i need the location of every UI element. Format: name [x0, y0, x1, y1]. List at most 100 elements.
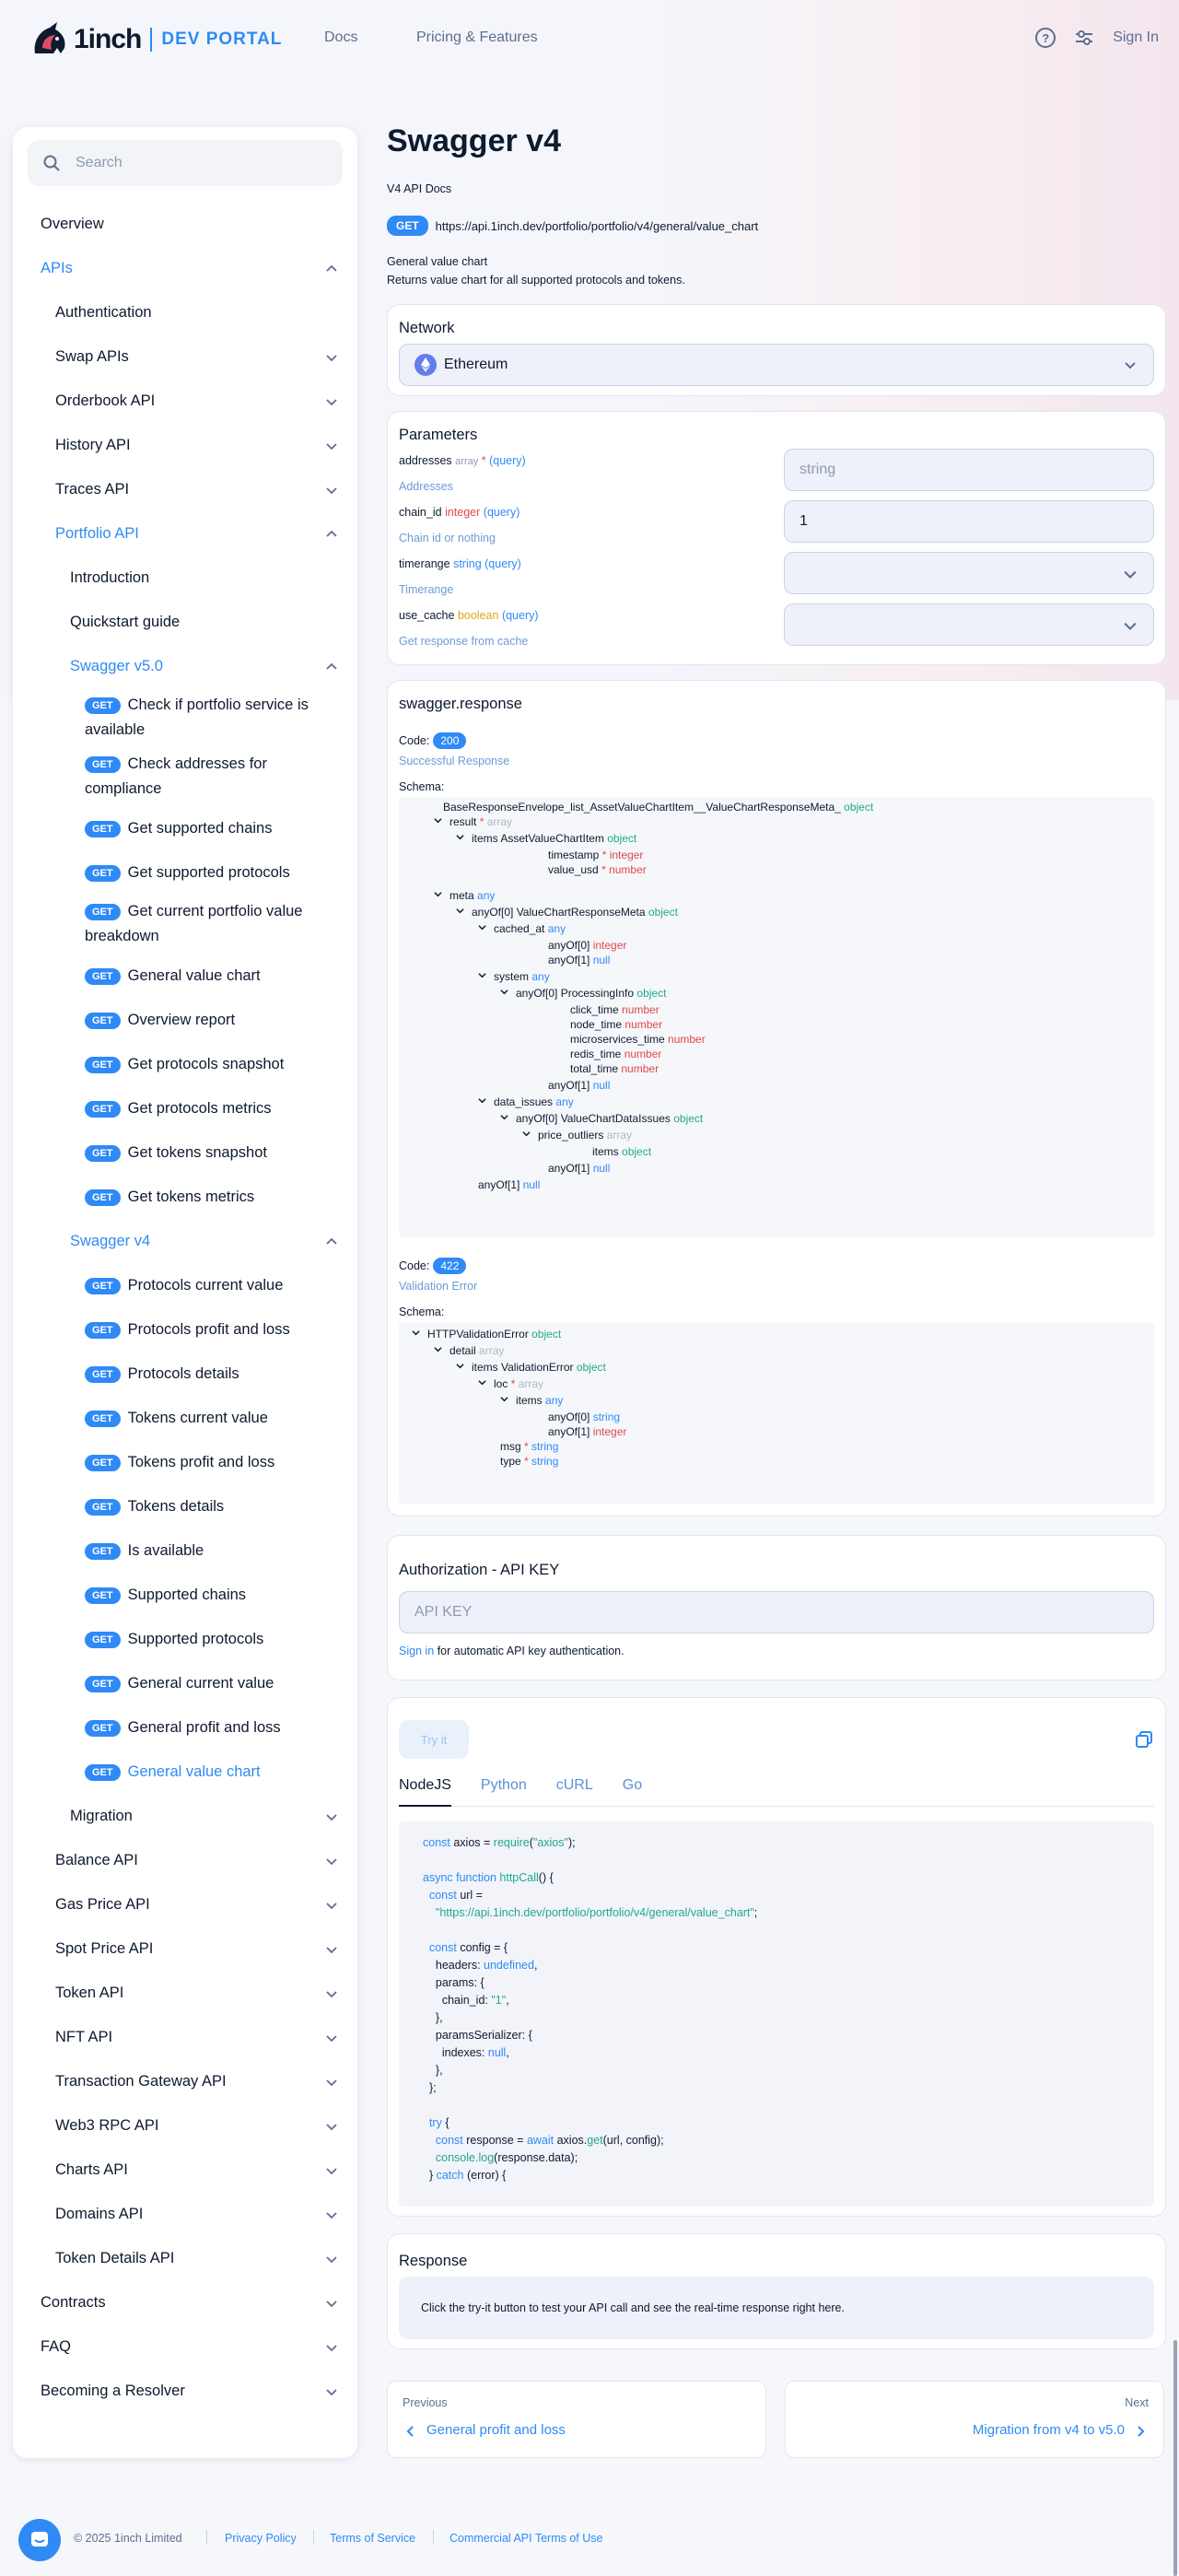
chevron-down-icon[interactable]	[500, 1113, 508, 1121]
chevron-down-icon[interactable]	[326, 396, 337, 407]
sidebar-item-v4-endpoint[interactable]: GET Protocols details	[13, 1352, 357, 1397]
chevron-up-icon[interactable]	[326, 263, 337, 275]
sidebar-item-v4-endpoint[interactable]: GET Supported chains	[13, 1574, 357, 1618]
logo[interactable]: 1inch DEV PORTAL	[29, 20, 282, 59]
param-select[interactable]	[784, 552, 1154, 594]
chevron-up-icon[interactable]	[326, 529, 337, 540]
chevron-down-icon[interactable]	[456, 907, 464, 915]
sidebar-item-v50-endpoint[interactable]: GET General value chart	[13, 954, 357, 999]
sidebar-item-api-group[interactable]: Balance API	[13, 1839, 357, 1883]
sidebar-item-v4-endpoint[interactable]: GET Is available	[13, 1529, 357, 1574]
sidebar-item-v50-endpoint[interactable]: GET Get tokens metrics	[13, 1176, 357, 1220]
nav-docs[interactable]: Docs	[324, 29, 357, 46]
footer-link-commercial[interactable]: Commercial API Terms of Use	[449, 2532, 602, 2545]
chevron-down-icon[interactable]	[326, 2386, 337, 2397]
param-input[interactable]: 1	[784, 500, 1154, 543]
sidebar-item-v4-endpoint[interactable]: GET Protocols profit and loss	[13, 1308, 357, 1352]
schema-field[interactable]: items any	[500, 1394, 563, 1407]
footer-link-terms[interactable]: Terms of Service	[330, 2532, 415, 2545]
chevron-down-icon[interactable]	[478, 923, 486, 931]
sidebar-item-v50-endpoint[interactable]: GET Get supported chains	[13, 807, 357, 851]
auth-sign-in-link[interactable]: Sign in	[399, 1645, 434, 1657]
sidebar-item-section[interactable]: Contracts	[13, 2281, 357, 2325]
sidebar-item-section[interactable]: FAQ	[13, 2325, 357, 2370]
sidebar-item-swap-apis[interactable]: Swap APIs	[13, 335, 357, 380]
sidebar-item-swagger-v50[interactable]: Swagger v5.0	[13, 645, 357, 689]
sidebar-item-v4-endpoint[interactable]: GET Supported protocols	[13, 1618, 357, 1662]
sidebar-item-v4-endpoint[interactable]: GET Tokens current value	[13, 1397, 357, 1441]
sidebar-item-history-api[interactable]: History API	[13, 424, 357, 468]
sidebar-item-api-group[interactable]: NFT API	[13, 2016, 357, 2060]
schema-field[interactable]: price_outliers array	[522, 1129, 632, 1142]
sign-in-link[interactable]: Sign In	[1113, 29, 1159, 46]
schema-field[interactable]: anyOf[0] ProcessingInfo object	[500, 987, 666, 1000]
sidebar-item-api-group[interactable]: Domains API	[13, 2193, 357, 2237]
chat-button[interactable]	[18, 2519, 61, 2561]
sidebar-item-v50-endpoint[interactable]: GET Overview report	[13, 999, 357, 1043]
chevron-down-icon[interactable]	[326, 1856, 337, 1867]
chevron-down-icon[interactable]	[434, 1345, 442, 1353]
scrollbar[interactable]	[1173, 2340, 1177, 2576]
sidebar-item-v4-endpoint[interactable]: GET Tokens details	[13, 1485, 357, 1529]
schema-field[interactable]: cached_at any	[478, 922, 566, 935]
sidebar-item-apis[interactable]: APIs	[13, 247, 357, 291]
chevron-down-icon[interactable]	[434, 890, 442, 898]
chevron-down-icon[interactable]	[478, 971, 486, 979]
schema-field[interactable]: detail array	[434, 1344, 504, 1357]
schema-field[interactable]: loc * array	[478, 1377, 543, 1390]
sidebar-item-v4-endpoint[interactable]: GET Tokens profit and loss	[13, 1441, 357, 1485]
chevron-down-icon[interactable]	[326, 1944, 337, 1955]
search-input[interactable]: Search	[28, 140, 343, 186]
sidebar-item-introduction[interactable]: Introduction	[13, 556, 357, 601]
chevron-down-icon[interactable]	[326, 2165, 337, 2176]
sidebar-item-v4-endpoint[interactable]: GET General profit and loss	[13, 1706, 357, 1751]
chevron-down-icon[interactable]	[500, 988, 508, 996]
chevron-down-icon[interactable]	[412, 1329, 420, 1337]
chevron-up-icon[interactable]	[326, 662, 337, 673]
chevron-down-icon[interactable]	[326, 2032, 337, 2043]
schema-field[interactable]: items ValidationError object	[456, 1361, 606, 1374]
sidebar-item-portfolio-api[interactable]: Portfolio API	[13, 512, 357, 556]
chevron-up-icon[interactable]	[326, 1236, 337, 1247]
sidebar-item-v4-endpoint[interactable]: GET General current value	[13, 1662, 357, 1706]
sidebar-item-v50-endpoint[interactable]: GET Get tokens snapshot	[13, 1131, 357, 1176]
chevron-down-icon[interactable]	[478, 1096, 486, 1105]
sidebar-item-overview[interactable]: Overview	[13, 203, 357, 247]
chevron-down-icon[interactable]	[1124, 619, 1137, 632]
footer-link-privacy[interactable]: Privacy Policy	[225, 2532, 297, 2545]
tab-go[interactable]: Go	[623, 1777, 642, 1807]
chevron-down-icon[interactable]	[326, 2298, 337, 2309]
sidebar-item-v4-endpoint[interactable]: GET Protocols current value	[13, 1264, 357, 1308]
chevron-down-icon[interactable]	[326, 2077, 337, 2088]
sidebar-item-migration[interactable]: Migration	[13, 1795, 357, 1839]
chevron-down-icon[interactable]	[500, 1395, 508, 1403]
sidebar-item-v50-endpoint[interactable]: GET Check addresses for compliance	[13, 748, 357, 807]
network-select[interactable]: Ethereum	[399, 344, 1154, 386]
sidebar-item-orderbook-api[interactable]: Orderbook API	[13, 380, 357, 424]
schema-field[interactable]: meta any	[434, 889, 495, 902]
sidebar-item-v50-endpoint[interactable]: GET Check if portfolio service is availab…	[13, 689, 357, 748]
sidebar-item-traces-api[interactable]: Traces API	[13, 468, 357, 512]
chevron-down-icon[interactable]	[326, 2121, 337, 2132]
schema-field[interactable]: result * array	[434, 815, 512, 828]
chevron-down-icon[interactable]	[326, 485, 337, 496]
chevron-down-icon[interactable]	[326, 1900, 337, 1911]
sidebar-item-api-group[interactable]: Token Details API	[13, 2237, 357, 2281]
sidebar-item-api-group[interactable]: Token API	[13, 1972, 357, 2016]
nav-pricing[interactable]: Pricing & Features	[416, 29, 538, 46]
chevron-down-icon[interactable]	[326, 1811, 337, 1822]
schema-field[interactable]: data_issues any	[478, 1095, 574, 1108]
chevron-down-icon[interactable]	[326, 2254, 337, 2265]
settings-sliders-icon[interactable]	[1074, 29, 1094, 47]
sidebar-item-api-group[interactable]: Web3 RPC API	[13, 2104, 357, 2149]
schema-field[interactable]: anyOf[0] ValueChartDataIssues object	[500, 1112, 703, 1125]
chevron-down-icon[interactable]	[456, 833, 464, 841]
chevron-down-icon[interactable]	[434, 816, 442, 825]
tab-nodejs[interactable]: NodeJS	[399, 1777, 451, 1807]
api-key-input[interactable]: API KEY	[399, 1591, 1154, 1633]
schema-field[interactable]: anyOf[0] ValueChartResponseMeta object	[456, 906, 678, 919]
chevron-down-icon[interactable]	[456, 1362, 464, 1370]
sidebar-item-v50-endpoint[interactable]: GET Get current portfolio value breakdown	[13, 896, 357, 954]
chevron-down-icon[interactable]	[326, 2209, 337, 2220]
chevron-down-icon[interactable]	[326, 352, 337, 363]
